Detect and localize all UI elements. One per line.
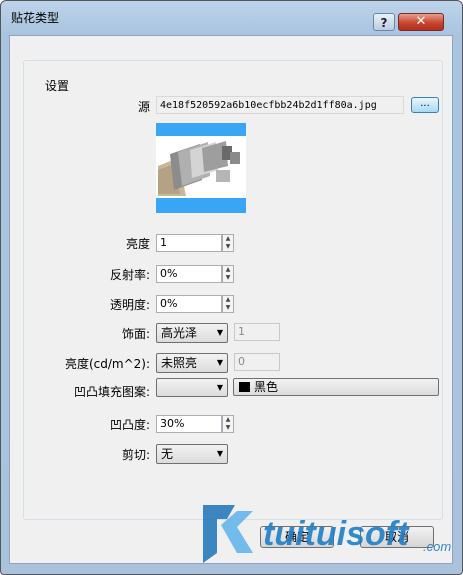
- luminance-label: 亮度(cd/m^2):: [64, 357, 150, 371]
- luminance-selected-value: 未照亮: [161, 356, 198, 370]
- bumpiness-label: 凹凸度:: [109, 418, 150, 432]
- finish-selected-value: 高光泽: [161, 326, 198, 340]
- cutout-select[interactable]: 无 ▼: [156, 444, 228, 464]
- luminance-select[interactable]: 未照亮 ▼: [156, 353, 228, 373]
- watermark-suffix: .com: [423, 539, 451, 554]
- transparency-input[interactable]: 0%: [156, 295, 222, 313]
- finish-label: 饰面:: [121, 327, 150, 341]
- chevron-down-icon: ▼: [216, 449, 223, 458]
- browse-button[interactable]: ...: [411, 97, 439, 113]
- cutout-selected-value: 无: [161, 447, 174, 461]
- spin-down-icon[interactable]: ▼: [223, 424, 233, 432]
- brightness-label: 亮度: [125, 237, 150, 251]
- help-button[interactable]: ?: [373, 13, 395, 31]
- brightness-input[interactable]: 1: [156, 234, 222, 252]
- color-swatch: [239, 382, 250, 392]
- reflectivity-input[interactable]: 0%: [156, 265, 222, 283]
- spin-up-icon[interactable]: ▲: [223, 296, 233, 304]
- finish-select[interactable]: 高光泽 ▼: [156, 323, 228, 343]
- chevron-down-icon: ▼: [216, 328, 223, 337]
- bumpiness-spinner[interactable]: ▲ ▼: [222, 415, 234, 433]
- transparency-spinner[interactable]: ▲ ▼: [222, 295, 234, 313]
- spin-up-icon[interactable]: ▲: [223, 266, 233, 274]
- watermark-logo: tuituisoft .com: [203, 505, 451, 563]
- dialog-window: 贴花类型 ? ✕ 设置 源 4e18f520592a6b10ecfbb24b2d…: [0, 0, 463, 575]
- transparency-label: 透明度:: [109, 298, 150, 312]
- watermark-text: tuituisoft: [263, 515, 410, 553]
- spin-down-icon[interactable]: ▼: [223, 304, 233, 312]
- close-button[interactable]: ✕: [398, 13, 444, 31]
- luminance-value-input: 0: [234, 353, 280, 371]
- chevron-down-icon: ▼: [216, 383, 223, 392]
- settings-group-title: 设置: [42, 77, 73, 94]
- spin-up-icon[interactable]: ▲: [223, 416, 233, 424]
- source-filename-field: 4e18f520592a6b10ecfbb24b2d1ff80a.jpg: [156, 96, 404, 114]
- texture-preview: [156, 123, 246, 213]
- bump-color-label: 黑色: [254, 380, 279, 394]
- bump-color-button[interactable]: 黑色: [233, 378, 439, 396]
- dialog-client-area: 设置 源 4e18f520592a6b10ecfbb24b2d1ff80a.jp…: [9, 35, 453, 564]
- cutout-label: 剪切:: [121, 448, 150, 462]
- spin-up-icon[interactable]: ▲: [223, 235, 233, 243]
- brightness-spinner[interactable]: ▲ ▼: [222, 234, 234, 252]
- spin-down-icon[interactable]: ▼: [223, 243, 233, 251]
- reflectivity-spinner[interactable]: ▲ ▼: [222, 265, 234, 283]
- bump-pattern-label: 凹凸填充图案:: [73, 385, 150, 399]
- bumpiness-input[interactable]: 30%: [156, 415, 222, 433]
- reflectivity-label: 反射率:: [109, 268, 150, 282]
- source-label: 源: [137, 100, 150, 114]
- title-bar[interactable]: 贴花类型 ? ✕: [1, 1, 462, 35]
- spin-down-icon[interactable]: ▼: [223, 274, 233, 282]
- bump-pattern-select[interactable]: ▼: [156, 378, 228, 397]
- chevron-down-icon: ▼: [216, 358, 223, 367]
- window-title: 贴花类型: [11, 11, 60, 25]
- settings-group: 设置 源 4e18f520592a6b10ecfbb24b2d1ff80a.jp…: [23, 60, 443, 520]
- texture-preview-image: [156, 136, 246, 198]
- finish-value-input: 1: [234, 323, 280, 341]
